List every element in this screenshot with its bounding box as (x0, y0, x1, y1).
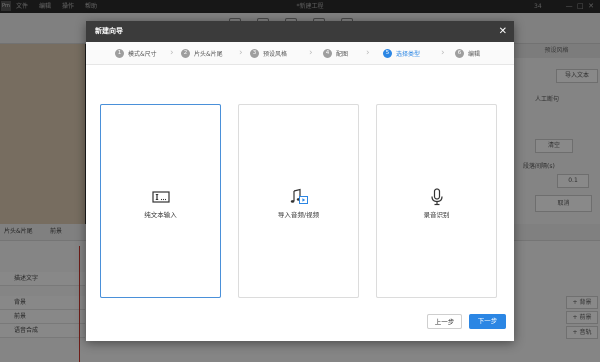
music-video-icon (290, 188, 308, 204)
text-input-icon (151, 191, 170, 203)
previous-step-button[interactable]: 上一步 (427, 314, 462, 329)
new-wizard-dialog: 新建向导 ✕ 1 模式&尺寸 › 2 片头&片尾 › 3 预设风格 › 4 配图… (86, 21, 514, 341)
step-illustration: 4 配图 (323, 42, 348, 64)
card-label: 录音识别 (423, 211, 450, 219)
step-preset-style: 3 预设风格 (250, 42, 287, 64)
chevron-right-icon: › (170, 48, 174, 58)
chevron-right-icon: › (309, 48, 313, 58)
microphone-icon (430, 188, 443, 206)
step-number: 1 (115, 48, 124, 58)
chevron-right-icon: › (441, 48, 445, 58)
dialog-title: 新建向导 (95, 27, 123, 35)
wizard-steps: 1 模式&尺寸 › 2 片头&片尾 › 3 预设风格 › 4 配图 › 5 选择… (86, 42, 514, 65)
step-number: 5 (383, 48, 392, 58)
step-label: 编辑 (468, 50, 481, 58)
step-label: 选择类型 (396, 50, 421, 58)
card-recording-recognition[interactable]: 录音识别 (376, 104, 497, 298)
chevron-right-icon: › (366, 48, 370, 58)
step-number: 2 (181, 48, 190, 58)
step-label: 模式&尺寸 (128, 50, 157, 58)
next-step-button[interactable]: 下一步 (469, 314, 506, 329)
dialog-header: 新建向导 ✕ (86, 21, 514, 42)
step-head-tail: 2 片头&片尾 (181, 42, 223, 64)
card-plain-text-input[interactable]: 纯文本输入 (100, 104, 221, 298)
card-import-audio-video[interactable]: 导入音频/视频 (238, 104, 359, 298)
step-number: 3 (250, 48, 259, 58)
step-label: 片头&片尾 (194, 50, 223, 58)
step-label: 预设风格 (263, 50, 288, 58)
card-label: 导入音频/视频 (277, 211, 320, 219)
close-icon[interactable]: ✕ (499, 21, 507, 42)
step-number: 4 (323, 48, 332, 58)
step-number: 6 (455, 48, 464, 58)
step-mode-size: 1 模式&尺寸 (115, 42, 157, 64)
step-select-type: 5 选择类型 (383, 42, 420, 64)
step-edit: 6 编辑 (455, 42, 480, 64)
step-label: 配图 (336, 50, 349, 58)
chevron-right-icon: › (239, 48, 243, 58)
card-label: 纯文本输入 (144, 211, 177, 219)
